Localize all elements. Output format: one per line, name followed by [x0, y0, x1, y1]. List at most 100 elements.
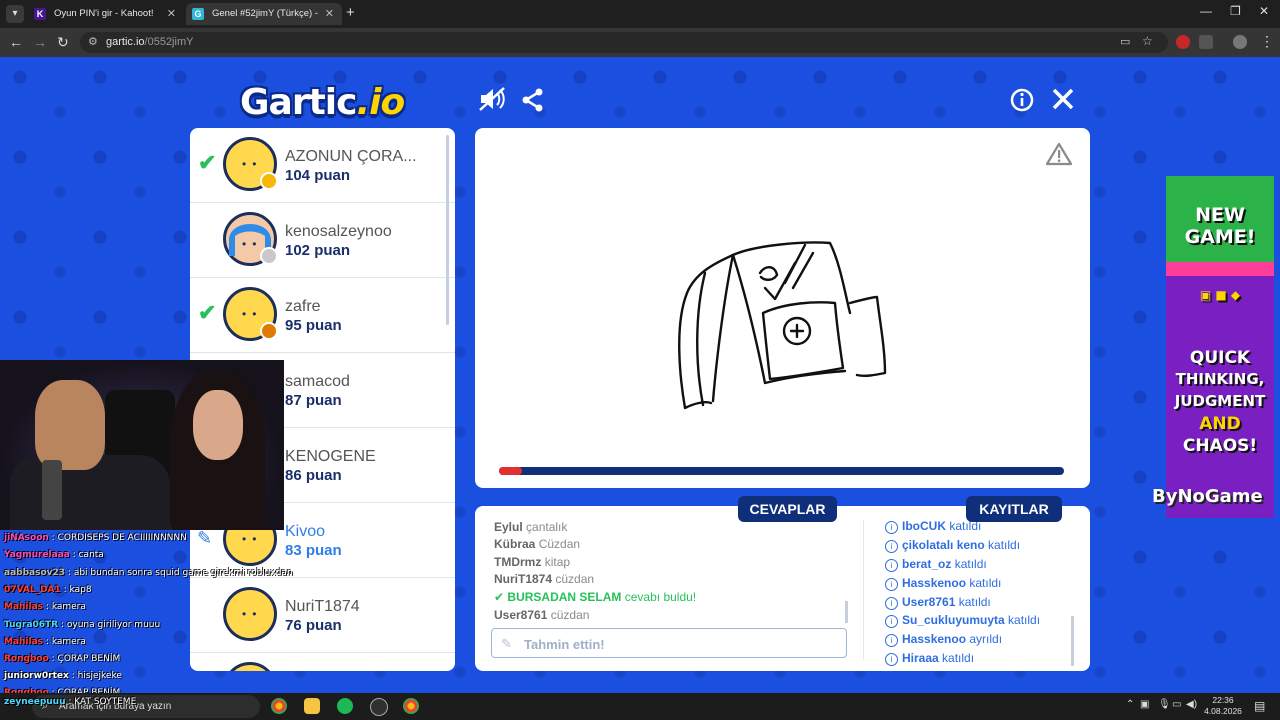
answer-line: NuriT1874 cüzdan	[494, 572, 594, 586]
streamer-webcam	[0, 360, 284, 530]
profile-avatar-icon[interactable]	[1233, 35, 1247, 49]
log-action: katıldı	[954, 557, 987, 571]
chat-user: 07VAL_DA1	[4, 585, 61, 595]
close-game-icon[interactable]	[1051, 87, 1075, 116]
answer-text: Cüzdan	[538, 537, 581, 551]
bookmark-star-icon[interactable]: ☆	[1142, 34, 1153, 48]
chat-user: Yagmurelaaa	[4, 550, 70, 560]
player-score: 86 puan	[285, 467, 342, 484]
microphone-icon[interactable]: 🎙	[1158, 699, 1171, 710]
spotify-icon[interactable]	[337, 698, 353, 714]
guessed-check-icon: ✔	[198, 150, 217, 175]
obs-icon[interactable]	[370, 698, 388, 716]
log-line: i Hasskenoo katıldı	[885, 576, 1001, 591]
log-user: Su_cukluyumuyta	[902, 613, 1005, 627]
guess-input[interactable]: ✎ Tahmin ettin!	[491, 628, 847, 658]
chat-message: CORDISEPS DE ACIIIIINNNNN	[57, 533, 187, 543]
status-dot	[260, 322, 278, 340]
player-row[interactable]: ✔ •• AZONUN ÇORA... 104 puan	[190, 128, 455, 203]
logs-scrollbar[interactable]	[1071, 616, 1074, 666]
chat-message: kamera	[51, 637, 86, 647]
log-action: katıldı	[988, 538, 1021, 552]
chat-message: hisjejkeke	[77, 671, 122, 681]
back-icon[interactable]: ←	[9, 34, 23, 50]
answer-user: BURSADAN SELAM	[507, 590, 622, 604]
ad-text-3: JUDGMENT	[1174, 392, 1266, 410]
info-icon: i	[885, 559, 898, 572]
taskbar-clock[interactable]: 22:36 4.08.2026	[1198, 695, 1248, 717]
log-user: Hasskenoo	[902, 576, 967, 590]
chat-message: ÇORAP BENİM	[57, 654, 121, 664]
players-scrollbar[interactable]	[446, 135, 449, 325]
drawing-canvas[interactable]	[475, 128, 1090, 488]
chat-line: aabbasov23 : abi bundan sonra squid game…	[4, 568, 293, 578]
address-toolbar: ← → ↻ ⚙ gartic.io/0552jimY ▭ ☆ ⋮	[0, 28, 1280, 57]
player-row[interactable]: ✔ •• zafre 95 puan	[190, 278, 455, 353]
ad-text-5: CHAOS!	[1182, 436, 1258, 456]
answer-text: cevabı buldu!	[624, 590, 697, 604]
info-icon[interactable]	[1010, 88, 1034, 117]
tab-answers[interactable]: CEVAPLAR	[738, 496, 837, 522]
file-explorer-icon[interactable]	[304, 698, 320, 714]
advertisement-banner[interactable]: NEW GAME! ▣ ■ ◆ QUICK THINKING, JUDGMENT…	[1166, 176, 1274, 518]
status-dot	[260, 247, 278, 265]
tray-arrow-icon[interactable]: ⌃	[1126, 699, 1134, 710]
address-bar[interactable]: ⚙ gartic.io/0552jimY ▭ ☆	[80, 32, 1168, 53]
close-tab-icon[interactable]: ✕	[167, 3, 176, 25]
new-tab-icon[interactable]: +	[346, 4, 355, 21]
network-icon[interactable]: ▭	[1172, 699, 1181, 710]
chat-line: Yagmurelaaa : canta	[4, 550, 104, 560]
report-warning-icon[interactable]	[1045, 142, 1073, 171]
close-window-icon[interactable]: ✕	[1259, 4, 1269, 18]
chat-line: Tugra06TR : oyuna giriliyor muuu	[4, 620, 161, 630]
chat-message: kamera	[51, 602, 86, 612]
share-icon[interactable]	[521, 88, 545, 117]
log-line: i Hasskenoo ayrıldı	[885, 632, 1002, 647]
close-tab-icon[interactable]: ✕	[325, 3, 334, 25]
url-text: gartic.io/0552jimY	[106, 36, 193, 48]
browser-tab-gartic[interactable]: G Genel #52jimY (Türkçe) - Gartic ✕	[186, 3, 342, 41]
chat-user: Mahilas	[4, 637, 44, 647]
answer-found-line: ✔ BURSADAN SELAM cevabı buldu!	[494, 590, 696, 604]
log-line: i User8761 katıldı	[885, 595, 991, 610]
cast-icon[interactable]: ▭	[1120, 35, 1130, 48]
extension-icon[interactable]	[1176, 35, 1190, 49]
logo-main: Gartic	[240, 82, 357, 123]
status-dot	[260, 172, 278, 190]
panel-divider	[863, 520, 864, 660]
minimize-icon[interactable]: —	[1200, 4, 1212, 18]
player-row[interactable]: •• kenosalzeynoo 102 puan	[190, 203, 455, 278]
browser-tab-kahoot[interactable]: K Oyun PIN'i gir - Kahoot! ✕	[28, 3, 184, 25]
extensions-puzzle-icon[interactable]	[1199, 35, 1213, 49]
player-name: AZONUN ÇORA...	[285, 148, 417, 165]
windows-taskbar: ⌕ Aramak için buraya yazın zeyneepuuu : …	[0, 693, 1280, 720]
player-name: kenosalzeynoo	[285, 223, 392, 240]
log-user: User8761	[902, 595, 956, 609]
log-user: Hiraaa	[902, 651, 939, 665]
chrome-active-icon[interactable]	[403, 698, 419, 714]
restore-icon[interactable]: ❐	[1230, 4, 1241, 18]
tray-app-icon[interactable]: ▣	[1140, 699, 1149, 710]
menu-dots-icon[interactable]: ⋮	[1260, 33, 1274, 50]
tab-search-icon[interactable]: ▾	[6, 5, 24, 23]
chat-line: Mahilas : kamera	[4, 602, 86, 612]
forward-icon[interactable]: →	[33, 34, 47, 50]
player-score: 76 puan	[285, 617, 342, 634]
mute-sound-icon[interactable]	[478, 86, 506, 117]
info-icon: i	[885, 615, 898, 628]
chat-message: kap8	[69, 585, 92, 595]
notifications-icon[interactable]: ▤	[1254, 699, 1265, 713]
backpack-drawing	[678, 241, 887, 410]
log-line: i Hiraaa katıldı	[885, 651, 974, 666]
tab-logs[interactable]: KAYITLAR	[966, 496, 1062, 522]
browser-tab-strip: ▾ K Oyun PIN'i gir - Kahoot! ✕ G Genel #…	[0, 0, 1280, 41]
avatar: ••	[223, 287, 278, 341]
url-host: gartic.io	[106, 36, 145, 48]
ad-text-4: AND	[1199, 414, 1241, 434]
answers-scrollbar[interactable]	[845, 601, 848, 623]
volume-icon[interactable]: ◀)	[1186, 699, 1197, 710]
player-score: 102 puan	[285, 242, 351, 259]
reload-icon[interactable]: ↻	[57, 34, 69, 51]
site-info-icon[interactable]: ⚙	[88, 35, 98, 48]
ad-icons: ▣ ■ ◆	[1199, 288, 1241, 302]
